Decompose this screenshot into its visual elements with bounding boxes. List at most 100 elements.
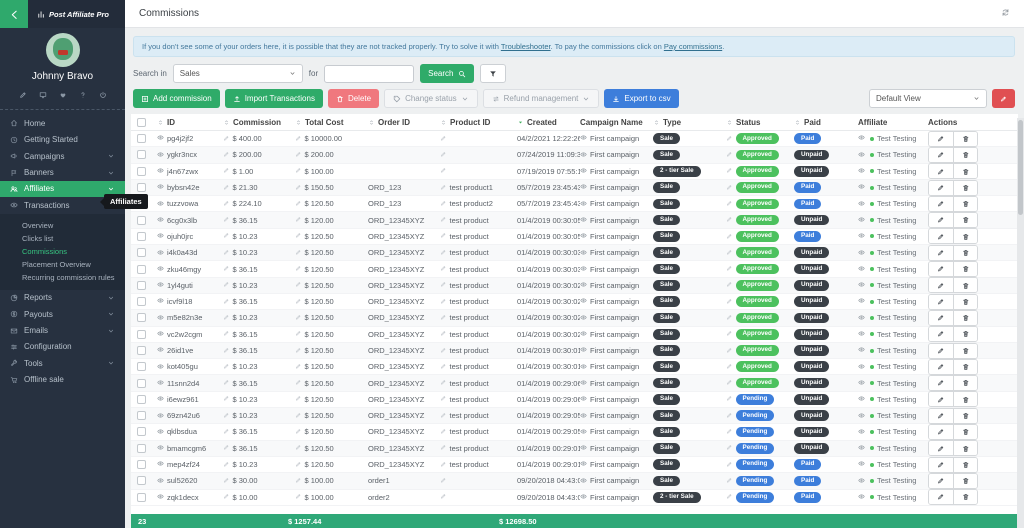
view-detail-icon[interactable] xyxy=(157,167,164,175)
edit-row-button[interactable] xyxy=(929,132,953,146)
view-affiliate-icon[interactable] xyxy=(858,314,865,322)
view-select[interactable]: Default View xyxy=(869,89,987,108)
type-badge[interactable]: Sale xyxy=(653,394,680,405)
edit-icon[interactable] xyxy=(223,281,230,289)
view-affiliate-icon[interactable] xyxy=(858,297,865,305)
edit-icon[interactable] xyxy=(440,428,447,436)
paid-badge[interactable]: Unpaid xyxy=(794,345,829,356)
delete-row-button[interactable] xyxy=(953,474,977,488)
delete-button[interactable]: Delete xyxy=(328,89,379,108)
paid-badge[interactable]: Unpaid xyxy=(794,443,829,454)
delete-row-button[interactable] xyxy=(953,197,977,211)
view-campaign-icon[interactable] xyxy=(580,216,587,224)
refresh-button[interactable] xyxy=(1001,8,1010,18)
delete-row-button[interactable] xyxy=(953,311,977,325)
edit-icon[interactable] xyxy=(295,232,302,240)
view-detail-icon[interactable] xyxy=(157,281,164,289)
row-checkbox[interactable] xyxy=(137,216,146,225)
row-checkbox[interactable] xyxy=(137,411,146,420)
edit-icon[interactable] xyxy=(440,493,447,501)
row-checkbox[interactable] xyxy=(137,232,146,241)
edit-icon[interactable] xyxy=(726,151,733,159)
sidebar-item-reports[interactable]: Reports xyxy=(0,290,125,306)
edit-icon[interactable] xyxy=(440,298,447,306)
search-button[interactable]: Search xyxy=(420,64,473,83)
edit-icon[interactable] xyxy=(295,363,302,371)
edit-icon[interactable] xyxy=(726,200,733,208)
type-badge[interactable]: Sale xyxy=(653,459,680,470)
view-detail-icon[interactable] xyxy=(157,330,164,338)
edit-row-button[interactable] xyxy=(929,181,953,195)
edit-icon[interactable] xyxy=(223,493,230,501)
column-header-total-cost[interactable]: Total Cost xyxy=(295,118,368,127)
view-affiliate-icon[interactable] xyxy=(858,379,865,387)
add-commission-button[interactable]: Add commission xyxy=(133,89,220,108)
edit-icon[interactable] xyxy=(726,135,733,143)
avatar[interactable] xyxy=(46,33,80,67)
view-detail-icon[interactable] xyxy=(157,477,164,485)
type-badge[interactable]: Sale xyxy=(653,280,680,291)
edit-icon[interactable] xyxy=(223,200,230,208)
view-affiliate-icon[interactable] xyxy=(858,200,865,208)
edit-icon[interactable] xyxy=(223,428,230,436)
type-badge[interactable]: Sale xyxy=(653,313,680,324)
edit-icon[interactable] xyxy=(726,330,733,338)
view-detail-icon[interactable] xyxy=(157,249,164,257)
edit-icon[interactable] xyxy=(726,363,733,371)
type-badge[interactable]: Sale xyxy=(653,199,680,210)
sidebar-subitem-placement-overview[interactable]: Placement Overview xyxy=(0,258,125,271)
status-badge[interactable]: Pending xyxy=(736,394,775,405)
edit-icon[interactable] xyxy=(726,167,733,175)
edit-icon[interactable] xyxy=(295,167,302,175)
paid-badge[interactable]: Paid xyxy=(794,133,821,144)
column-header-id[interactable]: ID xyxy=(157,118,223,127)
edit-icon[interactable] xyxy=(295,330,302,338)
profile-monitor-button[interactable] xyxy=(39,91,47,100)
import-transactions-button[interactable]: Import Transactions xyxy=(225,89,323,108)
paid-badge[interactable]: Unpaid xyxy=(794,150,829,161)
row-checkbox[interactable] xyxy=(137,248,146,257)
status-badge[interactable]: Approved xyxy=(736,280,779,291)
edit-icon[interactable] xyxy=(295,493,302,501)
view-campaign-icon[interactable] xyxy=(580,281,587,289)
view-campaign-icon[interactable] xyxy=(580,477,587,485)
sidebar-item-campaigns[interactable]: Campaigns xyxy=(0,148,125,164)
edit-icon[interactable] xyxy=(223,461,230,469)
column-header-status[interactable]: Status xyxy=(726,118,794,127)
edit-icon[interactable] xyxy=(440,200,447,208)
view-campaign-icon[interactable] xyxy=(580,265,587,273)
edit-row-button[interactable] xyxy=(929,327,953,341)
row-checkbox[interactable] xyxy=(137,476,146,485)
type-badge[interactable]: Sale xyxy=(653,427,680,438)
view-affiliate-icon[interactable] xyxy=(858,346,865,354)
delete-row-button[interactable] xyxy=(953,441,977,455)
view-detail-icon[interactable] xyxy=(157,363,164,371)
view-detail-icon[interactable] xyxy=(157,183,164,191)
edit-row-button[interactable] xyxy=(929,262,953,276)
view-detail-icon[interactable] xyxy=(157,493,164,501)
status-badge[interactable]: Pending xyxy=(736,410,775,421)
status-badge[interactable]: Approved xyxy=(736,182,779,193)
profile-pencil-button[interactable] xyxy=(19,91,27,100)
edit-icon[interactable] xyxy=(440,412,447,420)
status-badge[interactable]: Approved xyxy=(736,329,779,340)
delete-row-button[interactable] xyxy=(953,295,977,309)
row-checkbox[interactable] xyxy=(137,167,146,176)
paid-badge[interactable]: Paid xyxy=(794,492,821,503)
paid-badge[interactable]: Unpaid xyxy=(794,247,829,258)
edit-icon[interactable] xyxy=(295,298,302,306)
delete-row-button[interactable] xyxy=(953,458,977,472)
edit-row-button[interactable] xyxy=(929,490,953,504)
pay-commissions-link[interactable]: Pay commissions xyxy=(664,42,722,51)
collapse-sidebar-button[interactable] xyxy=(0,0,28,28)
edit-view-button[interactable] xyxy=(992,89,1015,108)
row-checkbox[interactable] xyxy=(137,297,146,306)
edit-icon[interactable] xyxy=(223,379,230,387)
view-affiliate-icon[interactable] xyxy=(858,167,865,175)
edit-icon[interactable] xyxy=(726,379,733,387)
edit-icon[interactable] xyxy=(440,444,447,452)
edit-row-button[interactable] xyxy=(929,246,953,260)
type-badge[interactable]: Sale xyxy=(653,361,680,372)
view-detail-icon[interactable] xyxy=(157,379,164,387)
filter-button[interactable] xyxy=(480,64,506,83)
